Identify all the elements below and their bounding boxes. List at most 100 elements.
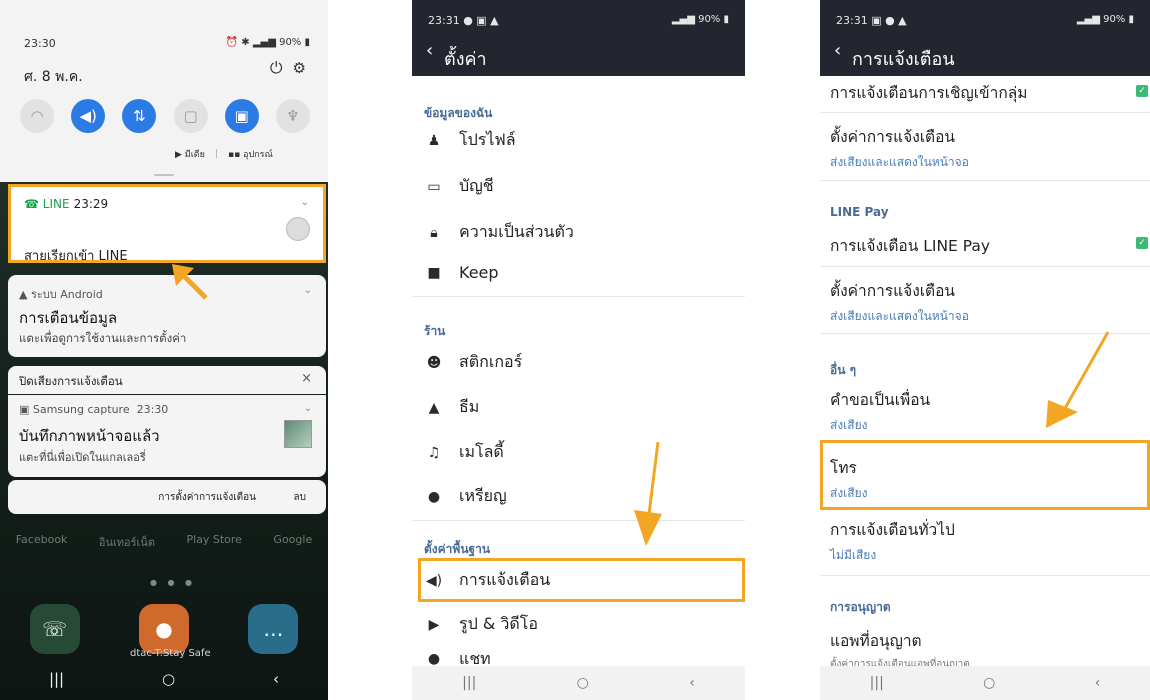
phone-icon: ☎ <box>24 197 39 211</box>
grid-icon: ▪▪ <box>227 150 241 160</box>
quick-panel-top-icons: ⏻ ⚙ <box>270 58 306 78</box>
recent-apps-button[interactable]: ||| <box>49 670 64 688</box>
notification-title: บันทึกภาพหน้าจอแล้ว <box>19 427 160 445</box>
divider <box>820 112 1150 113</box>
section-line-pay: LINE Pay <box>830 205 889 219</box>
sound-icon[interactable]: ◀) <box>71 99 106 133</box>
general-notification-setting[interactable]: การแจ้งเตือนทั่วไป ไม่มีเสียง <box>830 517 955 565</box>
clear-all-link[interactable]: ลบ <box>294 490 306 505</box>
app-label-google[interactable]: Google <box>273 533 312 551</box>
line-pay-notification-setting[interactable]: การแจ้งเตือน LINE Pay <box>830 233 990 258</box>
notification-settings-2[interactable]: ตั้งค่าการแจ้งเตือน ส่งเสียงและแสดงในหน้… <box>830 278 969 326</box>
settings-item-coin[interactable]: ● เหรียญ <box>424 484 507 509</box>
back-button[interactable]: ‹ <box>273 670 279 688</box>
settings-item-melody[interactable]: ♫ เมโลดี้ <box>424 440 504 465</box>
group-invite-setting[interactable]: การแจ้งเตือนการเชิญเข้ากลุ่ม <box>830 80 1027 105</box>
gear-icon[interactable]: ⚙ <box>293 59 306 77</box>
close-icon[interactable]: × <box>301 371 312 386</box>
home-button[interactable]: ○ <box>983 675 995 691</box>
notification-settings-1[interactable]: ตั้งค่าการแจ้งเตือน ส่งเสียงและแสดงในหน้… <box>830 124 969 172</box>
app-name: LINE <box>42 197 70 211</box>
item-label: ความเป็นส่วนตัว <box>459 222 574 241</box>
battery-level: 90% <box>1103 14 1126 25</box>
image-icon: ▣ <box>19 403 30 416</box>
smiley-icon: ☻ <box>426 354 442 371</box>
setting-title: การแจ้งเตือนการเชิญเข้ากลุ่ม <box>830 84 1028 102</box>
mobile-data-icon[interactable]: ⇅ <box>122 99 157 133</box>
recent-apps-button[interactable]: ||| <box>462 675 476 691</box>
app-label-facebook[interactable]: Facebook <box>16 533 68 551</box>
checkbox-checked[interactable]: ✓ <box>1136 237 1148 249</box>
battery-saver-icon[interactable]: ▣ <box>224 99 259 133</box>
panel-handle[interactable] <box>154 174 174 176</box>
settings-item-privacy[interactable]: 🔒︎ ความเป็นส่วนตัว <box>424 220 574 245</box>
android-notification[interactable]: ▲ ระบบ Android ⌄ การเตือนข้อมูล แตะเพื่อ… <box>8 275 326 357</box>
status-icons: ▂▄▆ 90% ▮ <box>671 14 729 25</box>
friend-request-setting[interactable]: คำขอเป็นเพื่อน ส่งเสียง <box>830 387 930 435</box>
recent-apps-button[interactable]: ||| <box>870 675 884 691</box>
chevron-down-icon[interactable]: ⌄ <box>304 403 312 414</box>
divider <box>820 266 1150 267</box>
rotate-icon[interactable]: ▢ <box>173 99 208 133</box>
back-arrow-icon[interactable]: ‹ <box>834 40 841 61</box>
app-bar: 23:31 ▣ ● ▲ ▂▄▆ 90% ▮ ‹ การแจ้งเตือน <box>820 0 1150 76</box>
setting-title: แอพที่อนุญาต <box>830 632 922 650</box>
setting-title: ตั้งค่าการแจ้งเตือน <box>830 282 956 300</box>
flashlight-icon[interactable]: ♆ <box>275 99 310 133</box>
setting-title: คำขอเป็นเพื่อน <box>830 391 931 409</box>
media-button[interactable]: ▶ มีเดีย <box>175 147 205 161</box>
settings-item-chat[interactable]: ● แชท <box>424 652 491 666</box>
contacts-app-icon[interactable]: ● <box>138 604 189 654</box>
app-label-internet[interactable]: อินเทอร์เน็ต <box>99 533 155 551</box>
settings-screen: 23:31 ● ▣ ▲ ▂▄▆ 90% ▮ ‹ ตั้งค่า ข้อมูลขอ… <box>412 0 745 700</box>
checkbox-checked[interactable]: ✓ <box>1136 85 1148 97</box>
setting-subtitle: ส่งเสียงและแสดงในหน้าจอ <box>830 309 969 323</box>
phone-app-icon[interactable]: ☏ <box>29 604 80 654</box>
settings-item-sticker[interactable]: ☻ สติกเกอร์ <box>424 350 523 375</box>
screenshot-thumbnail <box>284 420 312 448</box>
app-label-play-store[interactable]: Play Store <box>186 533 242 551</box>
nav-bar: ||| ○ ‹ <box>0 670 328 688</box>
messages-app-icon[interactable]: … <box>248 604 299 654</box>
back-button[interactable]: ‹ <box>689 675 695 691</box>
section-my-data: ข้อมูลของฉัน <box>424 106 493 120</box>
date-label: ศ. 8 พ.ค. <box>24 69 83 85</box>
settings-item-photo-video[interactable]: ▶ รูป & วิดีโอ <box>424 612 538 637</box>
item-label: เหรียญ <box>459 486 507 505</box>
setting-subtitle: ส่งเสียงและแสดงในหน้าจอ <box>830 155 969 169</box>
line-call-notification[interactable]: ☎ LINE 23:29 ⌄ สายเรียกเข้า LINE <box>8 184 326 264</box>
app-name: ระบบ Android <box>30 288 103 301</box>
status-time: 23:30 <box>24 37 56 50</box>
setting-title: การแจ้งเตือนทั่วไป <box>830 521 955 539</box>
quick-settings-row: ◠ ◀) ⇅ ▢ ▣ ♆ <box>20 99 310 133</box>
home-app-labels: Facebook อินเทอร์เน็ต Play Store Google <box>0 533 328 551</box>
settings-item-theme[interactable]: ▲ ธีม <box>424 395 480 420</box>
page-indicator: ● ● ● <box>150 578 197 587</box>
settings-item-keep[interactable]: ■ Keep <box>424 263 499 282</box>
item-label: โปรไฟล์ <box>459 130 516 149</box>
setting-title: ตั้งค่าการแจ้งเตือน <box>830 128 956 146</box>
back-button[interactable]: ‹ <box>1095 675 1101 691</box>
lock-icon: 🔒︎ <box>430 224 438 241</box>
screenshot-notification[interactable]: ▣ Samsung capture 23:30 ⌄ บันทึกภาพหน้าจ… <box>8 395 326 477</box>
wifi-icon[interactable]: ◠ <box>20 99 54 133</box>
home-button[interactable]: ○ <box>577 675 589 691</box>
music-note-icon: ♫ <box>427 444 441 461</box>
item-label: ธีม <box>459 397 480 416</box>
app-bar: 23:31 ● ▣ ▲ ▂▄▆ 90% ▮ ‹ ตั้งค่า <box>412 0 745 76</box>
home-button[interactable]: ○ <box>162 670 175 688</box>
power-icon[interactable]: ⏻ <box>270 58 283 78</box>
media-label: มีเดีย <box>184 150 205 160</box>
highlight-box <box>820 440 1150 510</box>
back-arrow-icon[interactable]: ‹ <box>426 40 433 61</box>
chevron-down-icon[interactable]: ⌄ <box>304 285 312 296</box>
settings-item-account[interactable]: ▭ บัญชี <box>424 174 493 199</box>
line-app-header: ☎ LINE 23:29 <box>24 197 108 211</box>
settings-item-profile[interactable]: ♟ โปรไฟล์ <box>424 128 516 153</box>
chevron-down-icon[interactable]: ⌄ <box>301 197 309 208</box>
notification-settings-link[interactable]: การตั้งค่าการแจ้งเตือน <box>158 490 256 505</box>
notification-subtitle: แตะเพื่อดูการใช้งานและการตั้งค่า <box>19 331 187 345</box>
item-label: Keep <box>459 263 499 282</box>
devices-button[interactable]: ▪▪ อุปกรณ์ <box>228 147 273 161</box>
divider <box>820 575 1150 576</box>
